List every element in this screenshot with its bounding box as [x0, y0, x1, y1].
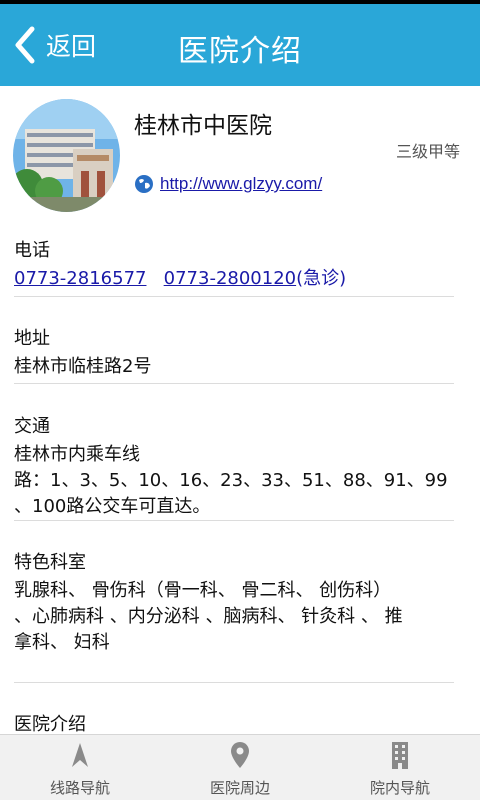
- globe-icon: [135, 175, 153, 193]
- tab-hospital-nearby[interactable]: 医院周边: [160, 735, 320, 800]
- divider: [14, 383, 454, 384]
- departments-label: 特色科室: [14, 552, 86, 573]
- phone-link-1[interactable]: 0773-2816577: [14, 268, 146, 289]
- intro-section: 医院介绍: [14, 710, 454, 734]
- phone-label: 电话: [14, 240, 50, 261]
- app-header: 返回 医院介绍: [0, 4, 480, 86]
- page-title: 医院介绍: [178, 34, 302, 69]
- address-text: 桂林市临桂路2号: [14, 356, 152, 377]
- hospital-name: 桂林市中医院: [134, 113, 272, 139]
- bottom-tab-bar: 线路导航 医院周边 院内导航: [0, 734, 480, 800]
- divider: [14, 296, 454, 297]
- building-icon: [392, 742, 408, 769]
- hospital-level: 三级甲等: [395, 142, 460, 161]
- phone-section: 电话 0773-2816577 0773-2800120(急诊): [14, 236, 454, 292]
- tab-route-navigation[interactable]: 线路导航: [0, 735, 160, 800]
- departments-section: 特色科室 乳腺科、 骨伤科（骨一科、 骨二科、 创伤科） 、心肺病科 、内分泌科…: [14, 548, 454, 656]
- hospital-photo: [13, 99, 120, 212]
- departments-line-3: 拿科、 妇科: [14, 632, 110, 653]
- map-pin-icon: [231, 742, 249, 768]
- intro-label: 医院介绍: [14, 714, 86, 734]
- transport-section: 交通 桂林市内乘车线 路：1、3、5、10、16、23、33、51、88、91、…: [14, 412, 454, 520]
- phone-link-2[interactable]: 0773-2800120: [164, 268, 296, 289]
- address-label: 地址: [14, 328, 50, 349]
- emergency-note: (急诊): [296, 268, 347, 289]
- phone-numbers: 0773-2816577 0773-2800120(急诊): [14, 266, 454, 292]
- transport-line-3: 、100路公交车可直达。: [14, 496, 211, 517]
- tab-indoor-navigation[interactable]: 院内导航: [320, 735, 480, 800]
- navigation-arrow-icon: [72, 743, 88, 767]
- tab-label: 院内导航: [369, 779, 430, 797]
- transport-line-2: 路：1、3、5、10、16、23、33、51、88、91、99: [14, 470, 448, 491]
- tab-label: 医院周边: [209, 779, 270, 797]
- tab-label: 线路导航: [49, 779, 110, 797]
- departments-line-1: 乳腺科、 骨伤科（骨一科、 骨二科、 创伤科）: [14, 580, 392, 601]
- divider: [14, 520, 454, 521]
- website-row: http://www.glzyy.com/: [134, 174, 322, 194]
- departments-line-2: 、心肺病科 、内分泌科 、脑病科、 针灸科 、 推: [14, 606, 403, 627]
- address-section: 地址 桂林市临桂路2号: [14, 324, 454, 380]
- content-area[interactable]: 桂林市中医院 三级甲等 http://www.glzyy.com/ 电话 077…: [0, 86, 480, 734]
- website-link[interactable]: http://www.glzyy.com/: [160, 174, 322, 194]
- transport-label: 交通: [14, 416, 50, 437]
- divider: [14, 682, 454, 683]
- transport-line-1: 桂林市内乘车线: [14, 444, 140, 465]
